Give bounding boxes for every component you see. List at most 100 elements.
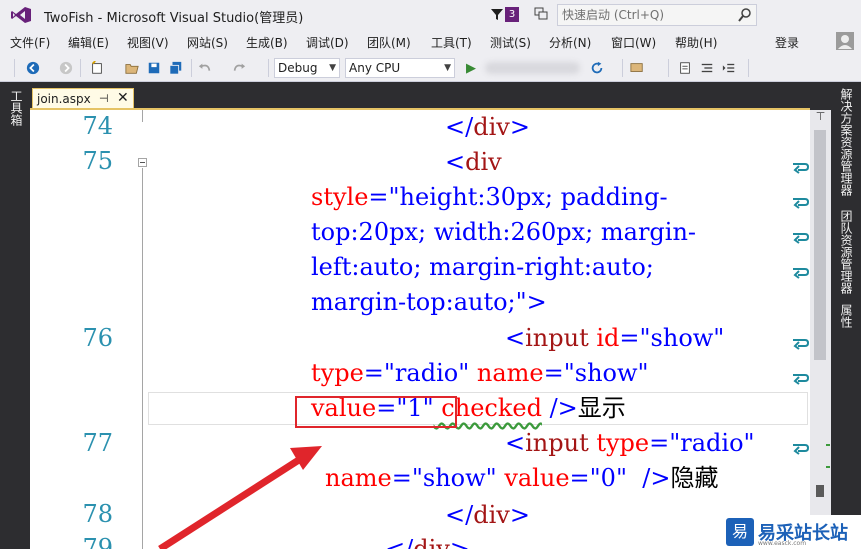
window-title: TwoFish - Microsoft Visual Studio(管理员) [44, 11, 304, 26]
toolbar-gripper [14, 59, 15, 77]
menu-tools[interactable]: 工具(T) [431, 34, 472, 51]
code-line: <div [445, 148, 502, 176]
watermark-logo-icon: 易 [726, 518, 754, 546]
toolbar-separator [622, 59, 623, 77]
outline-line [142, 110, 143, 122]
code-line: </div> [445, 501, 530, 529]
toolbar-separator [268, 59, 269, 77]
undo-icon[interactable] [196, 59, 214, 77]
scrollbar-change-marker [826, 466, 830, 468]
solution-explorer-tab[interactable]: 解决方案资源管理器 [838, 88, 855, 196]
team-explorer-tab[interactable]: 团队资源管理器 [838, 210, 855, 294]
solution-configuration-select[interactable]: Debug ▼ [274, 58, 340, 78]
solution-platform-value: Any CPU [349, 61, 401, 75]
visual-studio-logo-icon [11, 7, 31, 23]
left-tool-window-strip: 工具箱 [0, 82, 30, 549]
menu-bar: 文件(F) 编辑(E) 视图(V) 网站(S) 生成(B) 调试(D) 团队(M… [0, 30, 861, 54]
word-wrap-icon [793, 268, 810, 279]
word-wrap-icon [793, 339, 810, 350]
standard-toolbar: Debug ▼ Any CPU ▼ ▶ [0, 54, 861, 82]
navigate-back-icon[interactable] [24, 59, 42, 77]
menu-team[interactable]: 团队(M) [367, 34, 411, 51]
filter-icon[interactable] [490, 7, 504, 21]
navigate-forward-icon[interactable] [57, 59, 75, 77]
line-number: 79 [82, 534, 113, 549]
code-line: <input type="radio" [505, 429, 755, 457]
code-line: <input id="show" [505, 324, 725, 352]
menu-test[interactable]: 测试(S) [490, 34, 531, 51]
menu-build[interactable]: 生成(B) [246, 34, 288, 51]
redo-icon[interactable] [230, 59, 248, 77]
menu-file[interactable]: 文件(F) [10, 34, 50, 51]
notification-badge[interactable]: 3 [505, 7, 519, 22]
menu-window[interactable]: 窗口(W) [611, 34, 656, 51]
login-link[interactable]: 登录 [775, 34, 799, 51]
code-line-wrapped: style="height:30px; padding- [311, 183, 668, 211]
start-debugging-icon[interactable]: ▶ [462, 59, 480, 77]
search-icon[interactable] [737, 7, 753, 23]
line-number-gutter: 74 75 76 77 78 79 [30, 110, 135, 549]
properties-tab[interactable]: 属性 [838, 304, 855, 328]
line-number: 78 [82, 500, 113, 528]
scrollbar-change-marker [826, 444, 830, 446]
scrollbar-position-marker [816, 485, 824, 497]
menu-website[interactable]: 网站(S) [187, 34, 228, 51]
word-wrap-icon [793, 374, 810, 385]
menu-debug[interactable]: 调试(D) [306, 34, 349, 51]
code-line-wrapped: margin-top:auto;"> [311, 288, 547, 316]
solution-platform-select[interactable]: Any CPU ▼ [345, 58, 455, 78]
code-line-wrapped: name="show" value="0" />隐藏 [325, 464, 719, 492]
pin-icon[interactable]: ⊣ [99, 92, 109, 105]
indent-icon[interactable] [720, 59, 738, 77]
solution-configuration-value: Debug [278, 61, 318, 75]
split-window-icon[interactable]: ⊤ [813, 110, 828, 126]
right-tool-window-strip: 解决方案资源管理器 团队资源管理器 属性 [831, 82, 861, 549]
toolbar-separator [668, 59, 669, 77]
word-wrap-icon [793, 233, 810, 244]
word-wrap-icon [793, 163, 810, 174]
menu-edit[interactable]: 编辑(E) [68, 34, 109, 51]
line-number: 77 [82, 429, 113, 457]
refresh-icon[interactable] [588, 59, 606, 77]
toolbox-tab[interactable]: 工具箱 [8, 90, 25, 126]
toolbar-separator [191, 59, 192, 77]
chevron-down-icon: ▼ [444, 63, 451, 73]
feedback-icon[interactable] [533, 6, 549, 22]
watermark-url: www.easck.com [758, 540, 807, 547]
toolbar-separator [748, 59, 749, 77]
menu-view[interactable]: 视图(V) [127, 34, 169, 51]
tab-label: join.aspx [37, 92, 91, 106]
menu-analyze[interactable]: 分析(N) [549, 34, 591, 51]
toolbar-separator [80, 59, 81, 77]
save-all-icon[interactable] [167, 59, 185, 77]
user-avatar-icon[interactable] [836, 32, 854, 50]
comment-lines-icon[interactable] [676, 59, 694, 77]
code-line: </div> [445, 113, 530, 141]
code-editor[interactable]: 74 75 76 77 78 79 </div> <div style="hei… [30, 110, 810, 549]
code-line-wrapped: type="radio" name="show" [311, 359, 649, 387]
quick-launch[interactable] [557, 4, 757, 26]
word-wrap-icon [793, 198, 810, 209]
quick-launch-input[interactable] [558, 6, 738, 24]
new-project-icon[interactable] [88, 59, 106, 77]
close-icon[interactable]: ✕ [117, 90, 129, 106]
open-file-icon[interactable] [123, 59, 141, 77]
redacted-region [485, 62, 580, 74]
chevron-down-icon: ▼ [329, 63, 336, 73]
scrollbar-thumb[interactable] [814, 130, 826, 360]
collapse-toggle-icon[interactable] [138, 158, 147, 167]
format-list-icon[interactable] [698, 59, 716, 77]
line-number: 76 [82, 324, 113, 352]
line-number: 75 [82, 147, 113, 175]
title-bar: TwoFish - Microsoft Visual Studio(管理员) 3 [0, 0, 861, 30]
code-line-wrapped: top:20px; width:260px; margin- [311, 218, 697, 246]
annotation-highlight-box [295, 396, 457, 428]
line-number: 74 [82, 112, 113, 140]
save-icon[interactable] [145, 59, 163, 77]
code-line: </div> [385, 535, 470, 549]
tab-join-aspx[interactable]: join.aspx ⊣ ✕ [32, 88, 134, 110]
document-tab-well: join.aspx ⊣ ✕ [30, 82, 831, 110]
browser-link-icon[interactable] [628, 59, 646, 77]
menu-help[interactable]: 帮助(H) [675, 34, 717, 51]
word-wrap-icon [793, 444, 810, 455]
